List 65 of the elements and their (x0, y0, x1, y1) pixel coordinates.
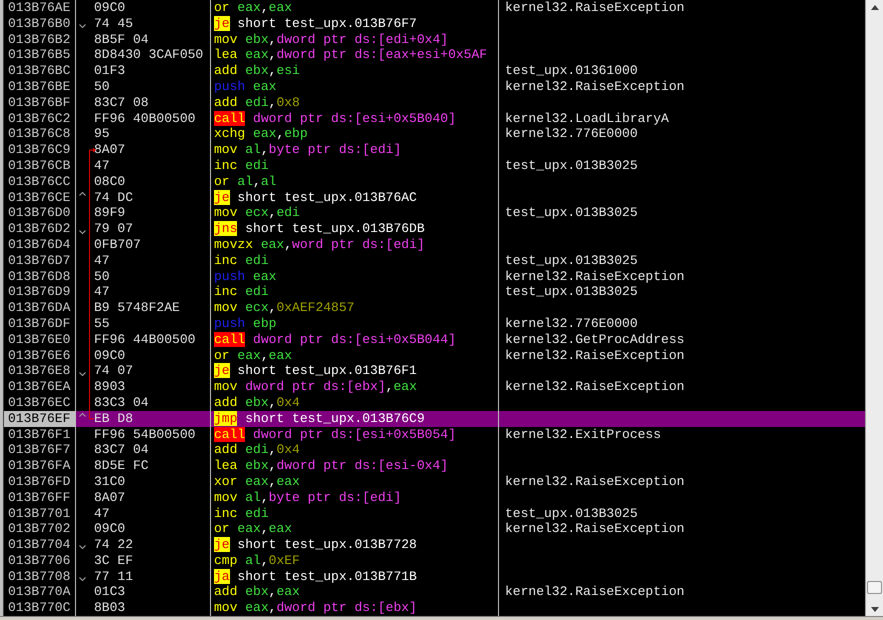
comment-cell: kernel32.LoadLibraryA (505, 110, 669, 126)
comment-cell: kernel32.RaiseException (505, 78, 684, 94)
bytes-cell: 08C0 (94, 174, 126, 190)
bytes-cell: 09C0 (94, 0, 126, 16)
comment-cell: kernel32.RaiseException (505, 584, 684, 600)
bytes-cell: B9 5748F2AE (94, 300, 180, 316)
address-cell: 013B76EF (4, 410, 76, 427)
bytes-cell: 55 (94, 316, 110, 332)
bytes-cell: 09C0 (94, 348, 126, 364)
scroll-down-icon[interactable] (870, 607, 878, 612)
bytes-cell: 74 07 (94, 363, 134, 380)
bytes-cell: 74 45 (94, 16, 134, 32)
bytes-cell: EB D8 (94, 410, 134, 427)
comment-cell: kernel32.GetProcAddress (505, 332, 684, 347)
comment-cell: test_upx.01361000 (505, 63, 638, 78)
comment-cell: test_upx.013B3025 (505, 252, 638, 268)
bytes-cell: 01F3 (94, 63, 126, 79)
vertical-scrollbar[interactable] (865, 0, 883, 616)
bytes-cell: 83C7 04 (94, 442, 149, 458)
bytes-cell: 3C EF (94, 552, 134, 569)
bytes-cell: 74 22 (94, 537, 134, 553)
comment-cell: kernel32.776E0000 (505, 316, 638, 331)
bytes-cell: 47 (94, 252, 110, 269)
bytes-cell: FF96 40B00500 (94, 110, 196, 126)
bytes-cell: 50 (94, 78, 110, 95)
bytes-cell: 95 (94, 126, 110, 142)
bytes-cell: 01C3 (94, 584, 126, 600)
bytes-cell: 74 DC (94, 190, 134, 206)
bytes-cell: 47 (94, 158, 110, 174)
comment-cell: kernel32.RaiseException (505, 521, 684, 536)
comment-cell: test_upx.013B3025 (505, 205, 638, 220)
comment-cell: test_upx.013B3025 (505, 284, 638, 300)
bytes-cell: 8B5F 04 (94, 32, 149, 48)
bytes-cell: 09C0 (94, 521, 126, 538)
bytes-cell: 47 (94, 506, 110, 522)
comment-cell: test_upx.013B3025 (505, 506, 638, 520)
bytes-cell: 8903 (94, 379, 126, 395)
bytes-cell: 0FB707 (94, 236, 141, 253)
bytes-cell: 83C3 04 (94, 394, 149, 411)
bytes-cell: 8B03 (94, 600, 126, 616)
comment-cell: kernel32.RaiseException (505, 0, 684, 15)
bytes-cell: 83C7 08 (94, 94, 149, 111)
scroll-up-icon[interactable] (870, 5, 878, 10)
bytes-cell: FF96 54B00500 (94, 426, 196, 442)
comment-cell: test_upx.013B3025 (505, 158, 638, 173)
bytes-cell: 50 (94, 268, 110, 284)
bytes-cell: 77 11 (94, 568, 134, 584)
bytes-cell: 8D8430 3CAF050 (94, 47, 204, 64)
address-cell: 013B76F1 (4, 426, 76, 442)
highlighted-row[interactable]: 013B76EF EB D8 jmp short test_upx.013B76C9 (4, 410, 865, 427)
bytes-cell: FF96 44B00500 (94, 332, 196, 348)
scroll-thumb[interactable] (867, 581, 882, 594)
comment-cell: kernel32.RaiseException (505, 379, 684, 394)
bytes-cell: 31C0 (94, 474, 126, 490)
bytes-cell: 8A07 (94, 490, 126, 506)
bytes-cell: 47 (94, 284, 110, 300)
comment-cell: kernel32.RaiseException (505, 348, 684, 363)
comment-cell: kernel32.776E0000 (505, 126, 638, 142)
comment-cell: kernel32.RaiseException (505, 474, 684, 489)
bytes-cell: 8A07 (94, 142, 126, 158)
bytes-cell: 89F9 (94, 205, 126, 222)
bytes-cell: 79 07 (94, 221, 134, 237)
comment-cell: kernel32.RaiseException (505, 268, 684, 284)
bytes-cell: 8D5E FC (94, 458, 149, 474)
comment-cell: kernel32.ExitProcess (505, 426, 662, 442)
